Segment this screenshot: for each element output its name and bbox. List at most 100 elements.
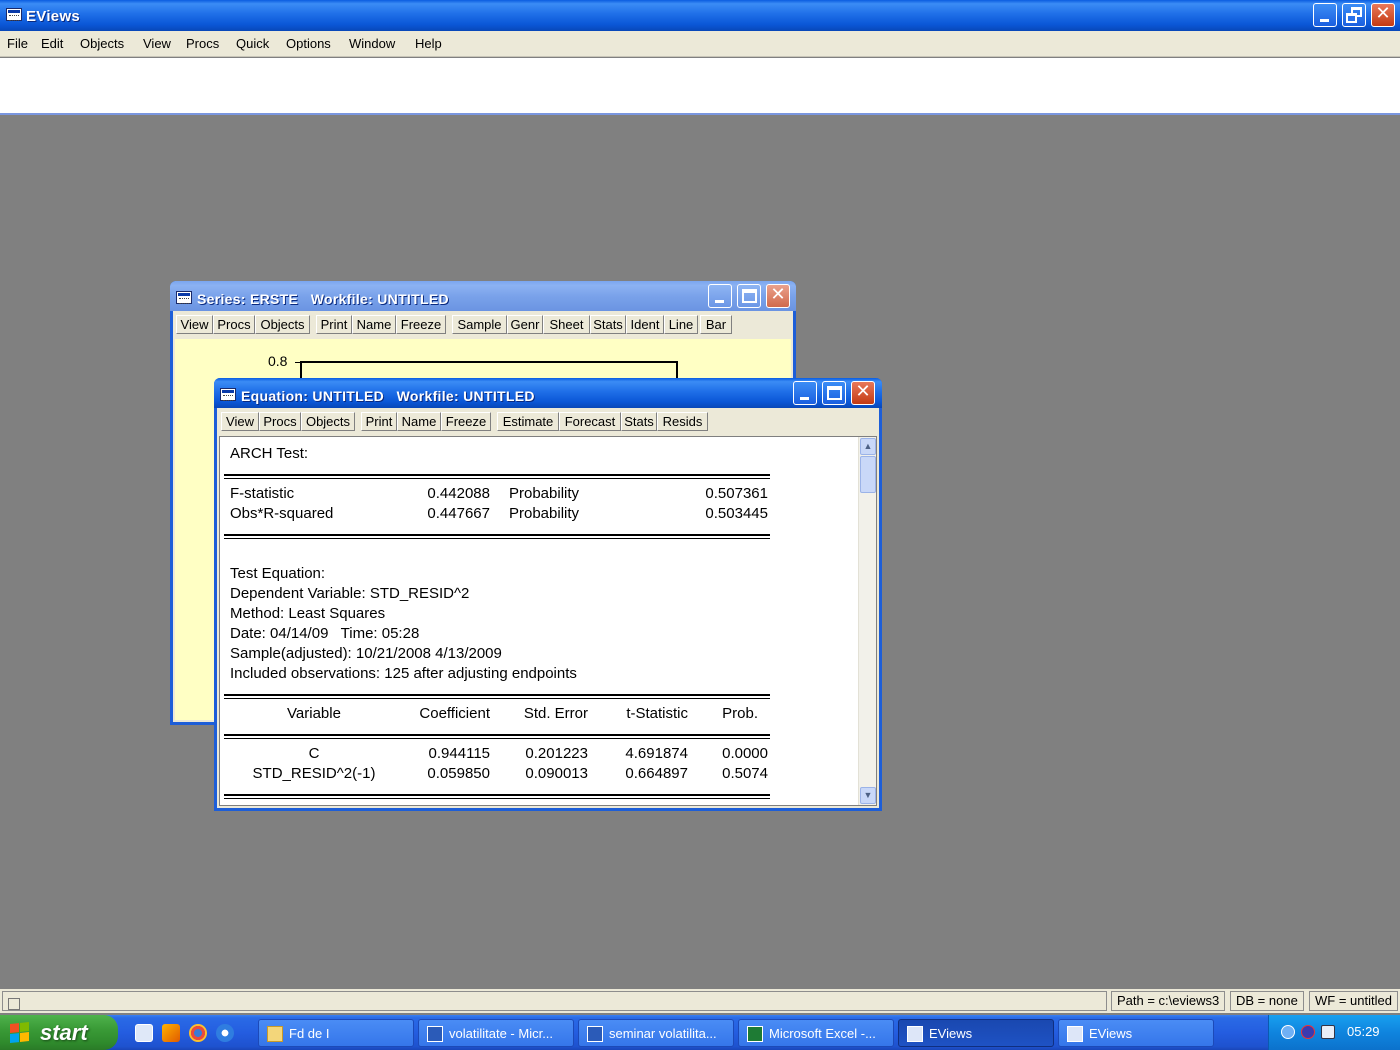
eq-resids-button[interactable]: Resids <box>657 412 708 431</box>
media-icon[interactable] <box>162 1024 180 1042</box>
network-icon[interactable] <box>1321 1025 1335 1039</box>
eviews-app-icon[interactable] <box>6 8 22 21</box>
close-icon: ✕ <box>1375 3 1391 24</box>
cell-prob: 0.0000 <box>722 745 768 762</box>
internet-explorer-icon[interactable] <box>216 1024 234 1042</box>
column-header-prob: Prob. <box>722 705 758 722</box>
chrome-like-icon[interactable] <box>189 1024 207 1042</box>
series-print-button[interactable]: Print <box>316 315 352 334</box>
eq-freeze-button[interactable]: Freeze <box>441 412 491 431</box>
equation-title: Equation: UNTITLED Workfile: UNTITLED <box>241 388 535 404</box>
series-sheet-button[interactable]: Sheet <box>543 315 590 334</box>
column-header-coefficient: Coefficient <box>419 705 490 722</box>
series-stats-button[interactable]: Stats <box>590 315 626 334</box>
separator-line <box>224 534 770 539</box>
series-minimize-button[interactable] <box>708 284 732 308</box>
output-heading: ARCH Test: <box>230 445 309 462</box>
taskbar-button-eviews[interactable]: EViews <box>1058 1019 1214 1047</box>
series-sample-button[interactable]: Sample <box>452 315 507 334</box>
series-title-bar[interactable]: Series: ERSTE Workfile: UNTITLED ✕ <box>170 281 796 311</box>
cell-std-error: 0.201223 <box>525 745 588 762</box>
bluetooth-icon[interactable] <box>1301 1025 1315 1039</box>
start-label: start <box>40 1020 88 1045</box>
status-path[interactable]: Path = c:\eviews3 <box>1111 991 1225 1011</box>
menu-window[interactable]: Window <box>349 36 395 51</box>
equation-title-bar[interactable]: Equation: UNTITLED Workfile: UNTITLED ✕ <box>214 378 882 408</box>
info-line: Included observations: 125 after adjusti… <box>230 665 577 682</box>
minimize-icon <box>1320 19 1329 22</box>
eq-forecast-button[interactable]: Forecast <box>559 412 621 431</box>
separator-line <box>224 694 770 699</box>
series-bar-button[interactable]: Bar <box>700 315 732 334</box>
equation-minimize-button[interactable] <box>793 381 817 405</box>
series-objects-button[interactable]: Objects <box>255 315 310 334</box>
scroll-thumb[interactable] <box>860 456 876 493</box>
app-title-bar[interactable]: EViews ✕ <box>0 0 1400 31</box>
series-genr-button[interactable]: Genr <box>507 315 543 334</box>
scroll-down-arrow-icon[interactable]: ▼ <box>860 787 876 804</box>
stat-name: F-statistic <box>230 485 295 502</box>
status-message-area <box>2 991 1107 1011</box>
status-wf[interactable]: WF = untitled <box>1309 991 1398 1011</box>
series-view-button[interactable]: View <box>176 315 213 334</box>
command-window[interactable] <box>0 58 1400 115</box>
menu-file[interactable]: File <box>7 36 28 51</box>
stat-name: Obs*R-squared <box>230 505 334 522</box>
eq-print-button[interactable]: Print <box>361 412 397 431</box>
windows-logo-icon <box>10 1022 30 1044</box>
menu-procs[interactable]: Procs <box>186 36 219 51</box>
cell-prob: 0.5074 <box>722 765 768 782</box>
info-line: Test Equation: <box>230 565 326 582</box>
vertical-scrollbar[interactable]: ▲ ▼ <box>858 437 876 805</box>
status-indicator-icon <box>8 998 20 1010</box>
taskbar: start Fd de I volatilitate - Micr... sem… <box>0 1015 1400 1050</box>
status-bar: Path = c:\eviews3 DB = none WF = untitle… <box>0 989 1400 1013</box>
eq-objects-button[interactable]: Objects <box>301 412 355 431</box>
series-line-button[interactable]: Line <box>664 315 698 334</box>
eq-estimate-button[interactable]: Estimate <box>497 412 559 431</box>
cell-std-error: 0.090013 <box>525 765 588 782</box>
taskbar-button-eviews-active[interactable]: EViews <box>898 1019 1054 1047</box>
start-button[interactable]: start <box>0 1015 118 1050</box>
equation-window-icon <box>220 388 236 401</box>
restore-button[interactable] <box>1342 3 1366 27</box>
eq-procs-button[interactable]: Procs <box>259 412 301 431</box>
stat-value: 0.447667 <box>427 505 490 522</box>
stat-value: 0.442088 <box>427 485 490 502</box>
series-procs-button[interactable]: Procs <box>213 315 255 334</box>
equation-window: Equation: UNTITLED Workfile: UNTITLED ✕ … <box>214 378 882 811</box>
series-name-button[interactable]: Name <box>352 315 396 334</box>
eq-view-button[interactable]: View <box>221 412 259 431</box>
menu-quick[interactable]: Quick <box>236 36 269 51</box>
series-ident-button[interactable]: Ident <box>626 315 664 334</box>
equation-close-button[interactable]: ✕ <box>851 381 875 405</box>
taskbar-button-excel[interactable]: Microsoft Excel -... <box>738 1019 894 1047</box>
eq-stats-button[interactable]: Stats <box>621 412 657 431</box>
status-db[interactable]: DB = none <box>1230 991 1304 1011</box>
word-icon <box>587 1026 603 1042</box>
menu-edit[interactable]: Edit <box>41 36 63 51</box>
word-icon <box>427 1026 443 1042</box>
cell-variable: C <box>308 745 320 762</box>
eq-name-button[interactable]: Name <box>397 412 441 431</box>
taskbar-button-word-2[interactable]: seminar volatilita... <box>578 1019 734 1047</box>
series-maximize-button[interactable] <box>737 284 761 308</box>
close-button[interactable]: ✕ <box>1371 3 1395 27</box>
info-line: Date: 04/14/09 Time: 05:28 <box>230 625 420 642</box>
menu-options[interactable]: Options <box>286 36 331 51</box>
show-desktop-icon[interactable] <box>135 1024 153 1042</box>
scroll-up-arrow-icon[interactable]: ▲ <box>860 438 876 455</box>
tray-expand-icon[interactable] <box>1281 1025 1295 1039</box>
info-line: Sample(adjusted): 10/21/2008 4/13/2009 <box>230 645 502 662</box>
taskbar-button-word-1[interactable]: volatilitate - Micr... <box>418 1019 574 1047</box>
menu-help[interactable]: Help <box>415 36 442 51</box>
minimize-button[interactable] <box>1313 3 1337 27</box>
menu-objects[interactable]: Objects <box>80 36 124 51</box>
taskbar-button-folder[interactable]: Fd de I <box>258 1019 414 1047</box>
taskbar-clock[interactable]: 05:29 <box>1347 1024 1380 1039</box>
menu-view[interactable]: View <box>143 36 171 51</box>
series-freeze-button[interactable]: Freeze <box>396 315 446 334</box>
equation-output[interactable]: ARCH Test: F-statistic 0.442088 Probabil… <box>219 436 877 806</box>
series-close-button[interactable]: ✕ <box>766 284 790 308</box>
equation-maximize-button[interactable] <box>822 381 846 405</box>
